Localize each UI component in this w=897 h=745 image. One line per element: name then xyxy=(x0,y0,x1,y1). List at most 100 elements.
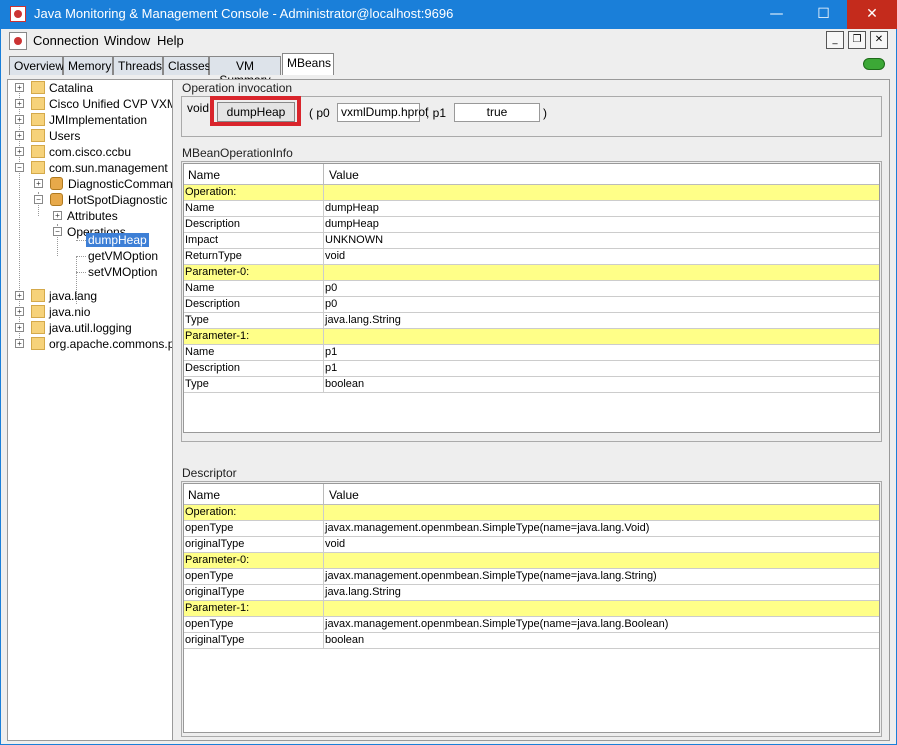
tab-classes[interactable]: Classes xyxy=(163,56,211,75)
tree-node-com-sun-management[interactable]: − com.sun.management xyxy=(8,160,172,176)
tree-node-org-apache-commons[interactable]: + org.apache.commons.po xyxy=(8,336,172,352)
tree-node-dumpheap[interactable]: dumpHeap xyxy=(8,232,172,248)
tree-node-diagnostic-command[interactable]: + DiagnosticCommand xyxy=(8,176,172,192)
descriptor-table[interactable]: Name Value Operation: openType javax.manag… xyxy=(183,483,880,733)
table-row[interactable]: originalType void xyxy=(184,537,879,553)
tree-node-hotspot-diagnostic[interactable]: − HotSpotDiagnostic xyxy=(8,192,172,208)
table-row[interactable]: Description p1 xyxy=(184,361,879,377)
expand-icon[interactable]: + xyxy=(15,115,24,124)
table-row[interactable]: Description dumpHeap xyxy=(184,217,879,233)
collapse-icon[interactable]: − xyxy=(34,195,43,204)
expand-icon[interactable]: + xyxy=(53,211,62,220)
expand-icon[interactable]: + xyxy=(34,179,43,188)
expand-icon[interactable]: + xyxy=(15,323,24,332)
expand-icon[interactable]: + xyxy=(15,99,24,108)
expand-icon[interactable]: + xyxy=(15,147,24,156)
cell-value: p1 xyxy=(325,362,338,374)
p0-input[interactable]: vxmlDump.hprof xyxy=(337,103,428,122)
expand-icon[interactable]: + xyxy=(15,83,24,92)
tree-node-users[interactable]: + Users xyxy=(8,128,172,144)
column-divider xyxy=(323,537,324,553)
tree-label: java.lang xyxy=(49,289,98,303)
column-divider xyxy=(323,569,324,585)
table-row[interactable]: Description p0 xyxy=(184,297,879,313)
close-button[interactable]: ✕ xyxy=(847,0,897,29)
cell-name: Impact xyxy=(185,234,219,246)
cell-value: javax.management.openmbean.SimpleType(na… xyxy=(325,522,650,534)
folder-icon xyxy=(31,81,45,94)
operation-info-table[interactable]: Name Value Operation: Name dumpHeap Descrip… xyxy=(183,163,880,433)
table-group-row[interactable]: Operation: xyxy=(184,185,879,201)
table-row[interactable]: openType javax.management.openmbean.Simpl… xyxy=(184,521,879,537)
table-group-row[interactable]: Parameter-0: xyxy=(184,553,879,569)
cell-name: Operation: xyxy=(185,186,237,198)
tree-node-jmimplementation[interactable]: + JMImplementation xyxy=(8,112,172,128)
maximize-button[interactable]: ☐ xyxy=(800,0,847,29)
collapse-icon[interactable]: − xyxy=(15,163,24,172)
table-group-row[interactable]: Parameter-1: xyxy=(184,329,879,345)
tab-vm-summary[interactable]: VM Summary xyxy=(209,56,281,87)
tree-node-attributes[interactable]: + Attributes xyxy=(8,208,172,224)
table-group-row[interactable]: Operation: xyxy=(184,505,879,521)
console-icon[interactable] xyxy=(9,32,27,50)
column-divider xyxy=(323,484,324,505)
tree-node-java-nio[interactable]: + java.nio xyxy=(8,304,172,320)
menu-help[interactable]: Help xyxy=(157,33,184,48)
mbean-icon xyxy=(50,193,63,206)
tab-threads[interactable]: Threads xyxy=(113,56,163,75)
inner-restore-button[interactable]: ❐ xyxy=(848,31,866,49)
tree-node-java-lang[interactable]: + java.lang xyxy=(8,288,172,304)
inner-close-button[interactable]: ✕ xyxy=(870,31,888,49)
tree-node-cisco-cvp[interactable]: + Cisco Unified CVP VXML S xyxy=(8,96,172,112)
column-header-value[interactable]: Value xyxy=(329,488,359,502)
column-header-name[interactable]: Name xyxy=(188,488,220,502)
column-divider xyxy=(323,265,324,281)
column-divider xyxy=(323,617,324,633)
folder-icon xyxy=(31,321,45,334)
tab-bar: Overview Memory Threads Classes VM Summa… xyxy=(1,53,896,87)
table-row[interactable]: Impact UNKNOWN xyxy=(184,233,879,249)
table-row[interactable]: Name dumpHeap xyxy=(184,201,879,217)
tree-node-getvmoption[interactable]: getVMOption xyxy=(8,248,172,264)
descriptor-group: Name Value Operation: openType javax.manag… xyxy=(181,481,882,737)
p1-input[interactable]: true xyxy=(454,103,540,122)
table-row[interactable]: Name p1 xyxy=(184,345,879,361)
column-divider xyxy=(323,201,324,217)
tree-node-catalina[interactable]: + Catalina xyxy=(8,80,172,96)
column-header-name[interactable]: Name xyxy=(188,168,220,182)
tab-overview[interactable]: Overview xyxy=(9,56,64,75)
minimize-button[interactable]: — xyxy=(753,0,800,29)
expand-icon[interactable]: + xyxy=(15,339,24,348)
inner-minimize-button[interactable]: _ xyxy=(826,31,844,49)
expand-icon[interactable]: + xyxy=(15,131,24,140)
table-group-row[interactable]: Parameter-0: xyxy=(184,265,879,281)
mbean-tree[interactable]: + Catalina + Cisco Unified CVP VXML S + … xyxy=(8,80,173,740)
table-row[interactable]: originalType boolean xyxy=(184,633,879,649)
menu-window[interactable]: Window xyxy=(104,33,150,48)
table-row[interactable]: Type java.lang.String xyxy=(184,313,879,329)
table-row[interactable]: openType javax.management.openmbean.Simpl… xyxy=(184,617,879,633)
menu-connection[interactable]: Connection xyxy=(33,33,99,48)
tab-memory[interactable]: Memory xyxy=(63,56,113,75)
table-row[interactable]: ReturnType void xyxy=(184,249,879,265)
column-divider xyxy=(323,217,324,233)
descriptor-title: Descriptor xyxy=(182,466,237,480)
cell-name: originalType xyxy=(185,538,245,550)
table-row[interactable]: Type boolean xyxy=(184,377,879,393)
tree-node-java-util-logging[interactable]: + java.util.logging xyxy=(8,320,172,336)
table-group-row[interactable]: Parameter-1: xyxy=(184,601,879,617)
tab-mbeans[interactable]: MBeans xyxy=(282,53,334,75)
invoke-dumpheap-button[interactable]: dumpHeap xyxy=(217,102,295,122)
table-row[interactable]: openType javax.management.openmbean.Simpl… xyxy=(184,569,879,585)
tree-node-setvmoption[interactable]: setVMOption xyxy=(8,264,172,280)
table-row[interactable]: Name p0 xyxy=(184,281,879,297)
operation-info-group: Name Value Operation: Name dumpHeap Descrip… xyxy=(181,161,882,442)
expand-icon[interactable]: + xyxy=(15,307,24,316)
table-row[interactable]: originalType java.lang.String xyxy=(184,585,879,601)
tree-node-com-cisco-ccbu[interactable]: + com.cisco.ccbu xyxy=(8,144,172,160)
tree-label-selected: dumpHeap xyxy=(86,233,149,247)
column-header-value[interactable]: Value xyxy=(329,168,359,182)
title-bar[interactable]: Java Monitoring & Management Console - A… xyxy=(0,0,897,29)
expand-icon[interactable]: + xyxy=(15,291,24,300)
operation-invocation-group: void dumpHeap ( p0 vxmlDump.hprof , p1 t… xyxy=(181,96,882,137)
